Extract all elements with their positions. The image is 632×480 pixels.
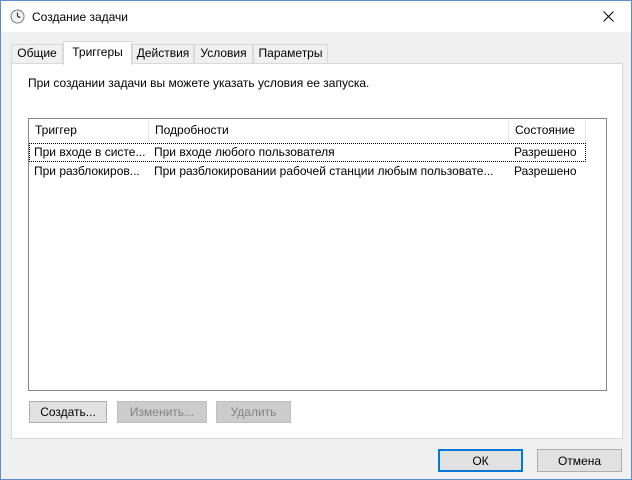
- tab-label: Действия: [136, 46, 190, 60]
- table-row[interactable]: При входе в систе... При входе любого по…: [29, 143, 586, 162]
- triggers-list[interactable]: Триггер Подробности Состояние При входе …: [28, 118, 607, 391]
- row-state: Разрешено: [514, 164, 577, 178]
- tab-label: Триггеры: [72, 45, 123, 59]
- tab-label: Общие: [17, 46, 57, 60]
- row-trigger: При разблокиров...: [34, 164, 140, 178]
- row-details: При разблокировании рабочей станции любы…: [154, 164, 494, 178]
- tab-actions[interactable]: Действия: [132, 44, 194, 64]
- cancel-button[interactable]: Отмена: [537, 449, 622, 472]
- tab-triggers[interactable]: Триггеры: [63, 41, 132, 65]
- delete-trigger-button[interactable]: Удалить: [216, 401, 291, 423]
- tab-general[interactable]: Общие: [11, 44, 63, 64]
- row-details: При входе любого пользователя: [154, 145, 335, 159]
- tab-label: Условия: [200, 46, 247, 60]
- create-trigger-button[interactable]: Создать...: [29, 401, 107, 423]
- window-title: Создание задачи: [32, 10, 128, 24]
- row-trigger: При входе в систе...: [34, 145, 146, 159]
- ok-button[interactable]: ОК: [438, 449, 523, 472]
- clock-icon: [10, 9, 25, 24]
- column-header-state[interactable]: Состояние: [509, 119, 586, 142]
- edit-trigger-button[interactable]: Изменить...: [117, 401, 207, 423]
- title-bar: Создание задачи: [1, 1, 631, 32]
- list-header: Триггер Подробности Состояние: [29, 119, 586, 142]
- create-task-dialog: Создание задачи Общие Триггеры Действия …: [0, 0, 632, 480]
- close-icon: [602, 11, 614, 22]
- row-state: Разрешено: [514, 145, 577, 159]
- tab-label: Параметры: [258, 46, 323, 60]
- tab-conditions[interactable]: Условия: [194, 44, 253, 64]
- close-button[interactable]: [585, 1, 631, 32]
- table-row[interactable]: При разблокиров... При разблокировании р…: [29, 162, 586, 181]
- tab-settings[interactable]: Параметры: [253, 44, 328, 64]
- column-header-details[interactable]: Подробности: [149, 119, 509, 142]
- panel-description: При создании задачи вы можете указать ус…: [28, 76, 370, 90]
- column-header-trigger[interactable]: Триггер: [29, 119, 149, 142]
